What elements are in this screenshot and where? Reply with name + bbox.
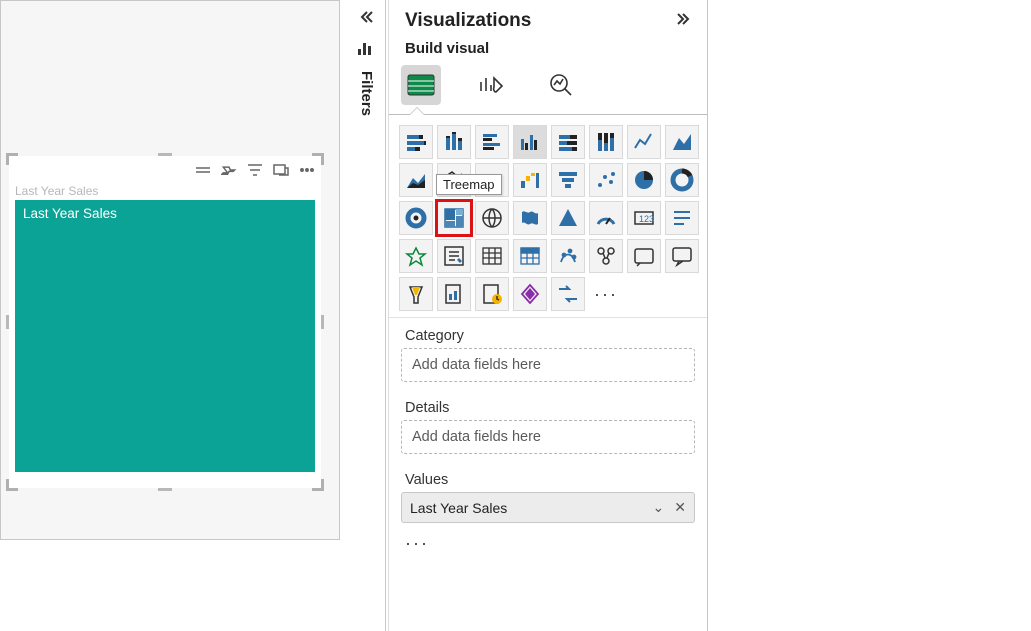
viz-area[interactable] bbox=[665, 125, 699, 159]
viz-line[interactable] bbox=[627, 125, 661, 159]
viz-line-column[interactable] bbox=[437, 163, 471, 197]
viz-funnel[interactable] bbox=[551, 163, 585, 197]
viz-r[interactable] bbox=[551, 239, 585, 273]
resize-corner-bl[interactable] bbox=[6, 479, 18, 491]
viz-slicer[interactable] bbox=[437, 239, 471, 273]
tab-build-visual[interactable] bbox=[401, 65, 441, 105]
viz-table[interactable] bbox=[475, 239, 509, 273]
viz-100-stacked-bar[interactable] bbox=[551, 125, 585, 159]
treemap-leaf-label: Last Year Sales bbox=[23, 206, 117, 221]
viz-scatter[interactable] bbox=[589, 163, 623, 197]
pane-title: Visualizations bbox=[405, 10, 531, 32]
viz-treemap[interactable]: Treemap bbox=[437, 201, 471, 235]
drag-icon[interactable] bbox=[195, 162, 211, 178]
viz-decomposition[interactable] bbox=[399, 277, 433, 311]
tab-format[interactable] bbox=[471, 65, 511, 105]
viz-stacked-area[interactable] bbox=[399, 163, 433, 197]
viz-ribbon[interactable] bbox=[475, 163, 509, 197]
selected-visual[interactable]: Last Year Sales Last Year Sales bbox=[9, 156, 321, 488]
viz-waterfall[interactable] bbox=[513, 163, 547, 197]
viz-powerapps[interactable] bbox=[513, 277, 547, 311]
viz-python[interactable] bbox=[589, 239, 623, 273]
well-values-field[interactable]: Last Year Sales ⌄ ✕ bbox=[401, 492, 695, 523]
resize-handle-bottom[interactable] bbox=[158, 488, 172, 491]
pane-tabs bbox=[389, 63, 707, 105]
viz-card[interactable]: 123 bbox=[627, 201, 661, 235]
well-details[interactable]: Add data fields here bbox=[401, 420, 695, 454]
viz-key-influencers[interactable] bbox=[627, 239, 661, 273]
viz-map[interactable] bbox=[475, 201, 509, 235]
resize-corner-br[interactable] bbox=[312, 479, 324, 491]
report-canvas: Last Year Sales Last Year Sales bbox=[0, 0, 340, 540]
viz-stacked-column[interactable] bbox=[437, 125, 471, 159]
viz-qa[interactable] bbox=[665, 239, 699, 273]
focus-icon[interactable] bbox=[273, 162, 289, 178]
field-name: Last Year Sales bbox=[410, 500, 507, 516]
section-category-label: Category bbox=[389, 318, 707, 344]
viz-paginated[interactable] bbox=[475, 277, 509, 311]
viz-100-stacked-column[interactable] bbox=[589, 125, 623, 159]
section-values-label: Values bbox=[389, 462, 707, 488]
collapse-icon[interactable] bbox=[359, 10, 375, 29]
visual-gallery: Treemap 123 ··· bbox=[389, 115, 707, 318]
viz-multi-row-card[interactable] bbox=[665, 201, 699, 235]
tab-indicator bbox=[389, 105, 707, 115]
viz-donut-2[interactable] bbox=[399, 201, 433, 235]
viz-azure-map[interactable] bbox=[551, 201, 585, 235]
viz-gauge[interactable] bbox=[589, 201, 623, 235]
viz-kpi[interactable] bbox=[399, 239, 433, 273]
treemap-visual[interactable]: Last Year Sales bbox=[15, 200, 315, 472]
viz-more[interactable]: ··· bbox=[589, 277, 623, 311]
tab-analytics[interactable] bbox=[541, 65, 581, 105]
filters-pane-collapsed[interactable]: Filters bbox=[348, 0, 386, 631]
remove-field-icon[interactable]: ✕ bbox=[674, 499, 686, 516]
more-sections[interactable]: ··· bbox=[389, 531, 707, 556]
viz-donut[interactable] bbox=[665, 163, 699, 197]
pin-icon[interactable] bbox=[221, 162, 237, 178]
filter-icon[interactable] bbox=[247, 162, 263, 178]
resize-corner-tl[interactable] bbox=[6, 153, 18, 165]
bars-icon bbox=[358, 41, 376, 55]
visual-title: Last Year Sales bbox=[9, 184, 321, 200]
resize-corner-tr[interactable] bbox=[312, 153, 324, 165]
viz-filled-map[interactable] bbox=[513, 201, 547, 235]
viz-stacked-bar[interactable] bbox=[399, 125, 433, 159]
pane-subtitle: Build visual bbox=[389, 36, 707, 63]
expand-icon[interactable] bbox=[675, 12, 691, 31]
resize-handle-right[interactable] bbox=[321, 315, 324, 329]
visual-header bbox=[9, 156, 321, 184]
viz-pie[interactable] bbox=[627, 163, 661, 197]
svg-text:123: 123 bbox=[639, 214, 654, 224]
viz-narrative[interactable] bbox=[437, 277, 471, 311]
viz-matrix[interactable] bbox=[513, 239, 547, 273]
well-category[interactable]: Add data fields here bbox=[401, 348, 695, 382]
chevron-down-icon[interactable]: ⌄ bbox=[653, 499, 665, 516]
section-details-label: Details bbox=[389, 390, 707, 416]
viz-clustered-bar[interactable] bbox=[475, 125, 509, 159]
resize-handle-left[interactable] bbox=[6, 315, 9, 329]
viz-clustered-column[interactable] bbox=[513, 125, 547, 159]
filters-label: Filters bbox=[358, 71, 375, 116]
visualizations-pane: Visualizations Build visual bbox=[388, 0, 708, 631]
resize-handle-top[interactable] bbox=[158, 153, 172, 156]
viz-powerautomate[interactable] bbox=[551, 277, 585, 311]
